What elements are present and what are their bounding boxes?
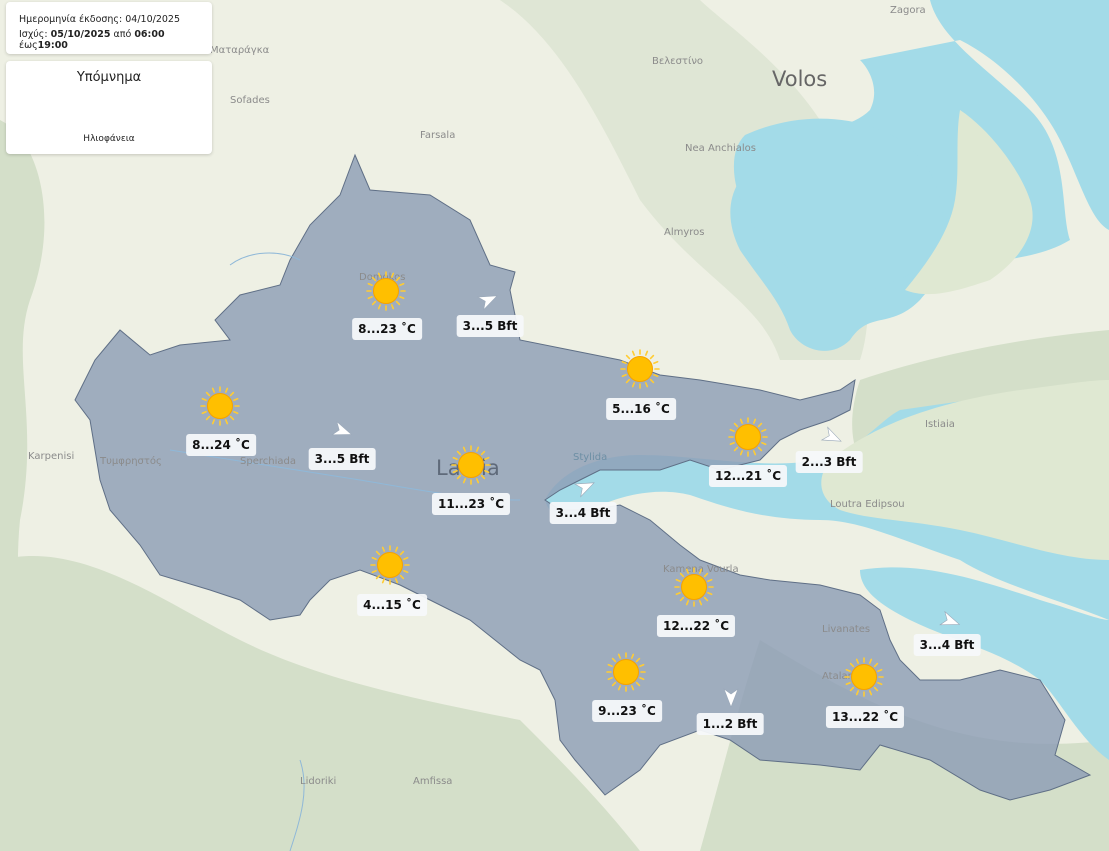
validity-date: 05/10/2025 xyxy=(50,29,111,40)
place-mataragka: Ματαράγκα xyxy=(210,44,270,56)
validity-to-time: 19:00 xyxy=(37,40,68,51)
place-livanates: Livanates xyxy=(822,624,870,635)
place-velestino: Βελεστίνο xyxy=(652,55,703,67)
temperature-label[interactable]: 8...24 ˚C xyxy=(186,434,256,456)
place-loutra-edipsou: Loutra Edipsou xyxy=(830,499,905,510)
place-amfissa: Amfissa xyxy=(413,776,452,787)
place-karpenisi: Karpenisi xyxy=(28,451,74,462)
place-almyros: Almyros xyxy=(664,227,705,238)
place-sperchiada: Sperchiada xyxy=(240,456,296,467)
validity-label: Ισχύς: xyxy=(19,29,48,40)
issue-date-value: 04/10/2025 xyxy=(125,14,181,25)
temperature-label[interactable]: 5...16 ˚C xyxy=(606,398,676,420)
validity-from-word: από xyxy=(113,29,132,40)
validity-line: Ισχύς: 05/10/2025 από 06:00 έως19:00 xyxy=(19,29,212,51)
temperature-label[interactable]: 12...22 ˚C xyxy=(656,615,736,637)
wind-label[interactable]: 3...5 Bft xyxy=(308,448,376,470)
wind-label[interactable]: 3...5 Bft xyxy=(456,315,524,337)
wind-label[interactable]: 1...2 Bft xyxy=(696,713,764,735)
issue-date-line: Ημερομηνία έκδοσης: 04/10/2025 xyxy=(19,14,180,25)
temperature-label[interactable]: 11...23 ˚C xyxy=(431,493,511,515)
place-lidoriki: Lidoriki xyxy=(300,776,336,787)
validity-to-word: έως xyxy=(19,40,38,51)
wind-label[interactable]: 3...4 Bft xyxy=(913,634,981,656)
place-sofades: Sofades xyxy=(230,95,270,106)
place-istiaia: Istiaia xyxy=(925,419,955,430)
legend-title: Υπόμνημα xyxy=(76,70,142,85)
temperature-label[interactable]: 4...15 ˚C xyxy=(357,594,427,616)
validity-from-time: 06:00 xyxy=(134,29,165,40)
temperature-label[interactable]: 8...23 ˚C xyxy=(352,318,422,340)
wind-label[interactable]: 3...4 Bft xyxy=(549,502,617,524)
place-nea-anchialos: Nea Anchialos xyxy=(685,143,756,154)
temperature-label[interactable]: 13...22 ˚C xyxy=(825,706,905,728)
legend-item-label: Ηλιοφάνεια xyxy=(83,134,135,144)
issue-date-label: Ημερομηνία έκδοσης: xyxy=(19,14,123,25)
place-tymfristos: Τυμφρηστός xyxy=(99,455,162,467)
place-zagora: Zagora xyxy=(890,5,926,16)
temperature-label[interactable]: 12...21 ˚C xyxy=(708,465,788,487)
place-stylida: Stylida xyxy=(573,452,607,463)
issue-info-panel: Ημερομηνία έκδοσης: 04/10/2025 Ισχύς: 05… xyxy=(6,2,212,54)
place-farsala: Farsala xyxy=(420,130,455,141)
place-volos: Volos xyxy=(772,67,827,91)
temperature-label[interactable]: 9...23 ˚C xyxy=(592,700,662,722)
legend-panel: Υπόμνημα Ηλιοφάνεια xyxy=(6,61,212,154)
wind-label[interactable]: 2...3 Bft xyxy=(795,451,863,473)
